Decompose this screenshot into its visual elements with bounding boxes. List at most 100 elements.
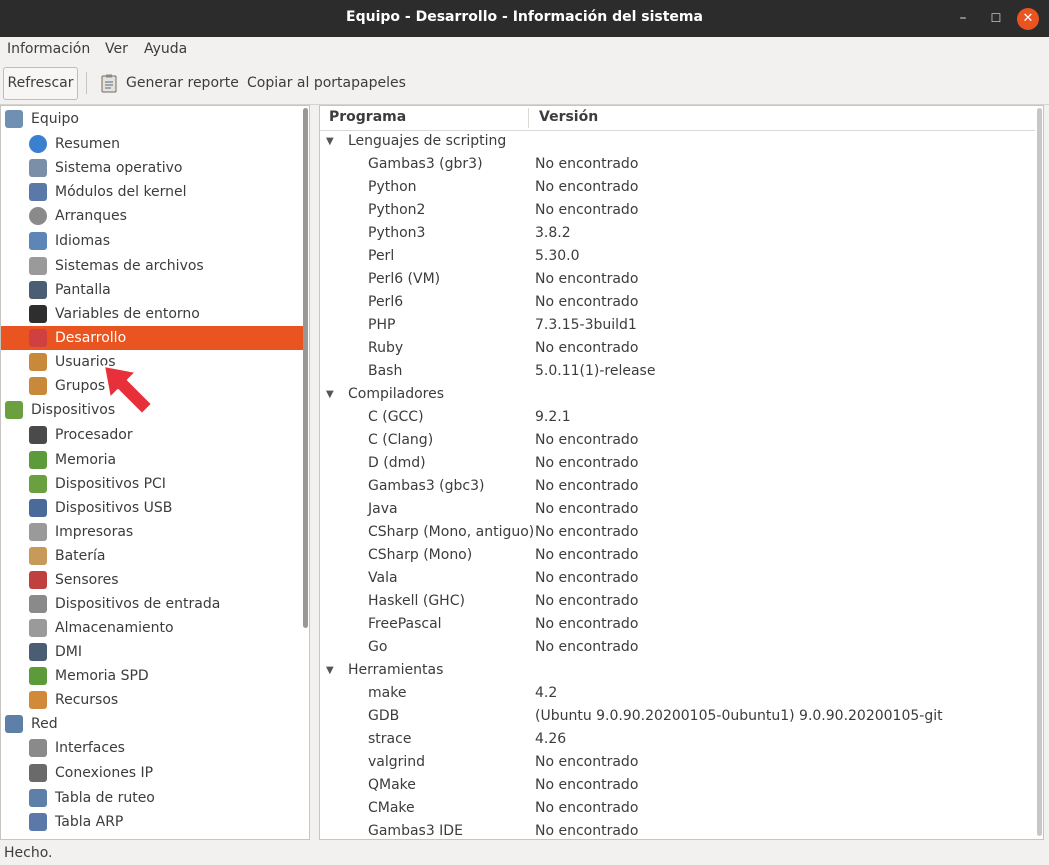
sidebar-item-almacenamiento[interactable]: Almacenamiento [1,616,303,640]
battery-icon [29,547,47,565]
table-row[interactable]: Python No encontrado [320,176,1035,199]
sidebar-item-batería[interactable]: Batería [1,544,303,568]
table-row[interactable]: PHP 7.3.15-3build1 [320,314,1035,337]
sidebar-item-interfaces[interactable]: Interfaces [1,736,303,760]
sidebar-item-impresoras[interactable]: Impresoras [1,520,303,544]
close-icon[interactable]: ✕ [1017,8,1039,30]
maximize-icon[interactable]: ☐ [985,8,1007,30]
copy-clipboard-button[interactable]: Copiar al portapapeles [247,75,406,91]
expander-icon[interactable]: ▼ [326,383,334,406]
table-category-row[interactable]: ▼ Compiladores [320,383,1035,406]
expander-icon[interactable]: ▼ [326,130,334,153]
version-cell: No encontrado [535,455,639,471]
program-cell: Bash [368,363,403,379]
sidebar-item-dmi[interactable]: DMI [1,640,303,664]
sidebar-item-arranques[interactable]: Arranques [1,204,303,228]
table-row[interactable]: Haskell (GHC) No encontrado [320,590,1035,613]
generate-report-button[interactable]: Generar reporte [126,75,239,91]
sidebar-item-sistemas-de-archivos[interactable]: Sistemas de archivos [1,254,303,278]
details-table[interactable]: Programa Versión ▼ Lenguajes de scripting… [319,105,1044,840]
table-row[interactable]: make 4.2 [320,682,1035,705]
menu-informacion[interactable]: Información [7,41,90,57]
sidebar-item-conexiones-ip[interactable]: Conexiones IP [1,761,303,785]
users-icon [29,353,47,371]
expander-icon[interactable]: ▼ [326,659,334,682]
sidebar-item-memoria-spd[interactable]: Memoria SPD [1,664,303,688]
sidebar-item-label: Dispositivos PCI [55,476,166,492]
table-scrollbar[interactable] [1037,108,1042,836]
program-cell: valgrind [368,754,426,770]
program-cell: Python3 [368,225,426,241]
sidebar-item-sensores[interactable]: Sensores [1,568,303,592]
sidebar-item-label: Sistemas de archivos [55,258,204,274]
version-cell: No encontrado [535,823,639,839]
sidebar-item-variables-de-entorno[interactable]: Variables de entorno [1,302,303,326]
sidebar-item-dispositivos-usb[interactable]: Dispositivos USB [1,496,303,520]
table-row[interactable]: Perl6 No encontrado [320,291,1035,314]
column-header-version[interactable]: Versión [539,109,598,125]
table-row[interactable]: CMake No encontrado [320,797,1035,820]
table-row[interactable]: QMake No encontrado [320,774,1035,797]
table-row[interactable]: Python3 3.8.2 [320,222,1035,245]
computer-icon [5,110,23,128]
column-header-programa[interactable]: Programa [329,109,406,125]
table-row[interactable]: Gambas3 (gbc3) No encontrado [320,475,1035,498]
sidebar-item-idiomas[interactable]: Idiomas [1,229,303,253]
sidebar-tree[interactable]: Equipo Resumen Sistema operativo Módulos de… [0,105,310,840]
sidebar-scrollbar[interactable] [303,108,308,628]
sidebar-item-resumen[interactable]: Resumen [1,132,303,156]
table-row[interactable]: Python2 No encontrado [320,199,1035,222]
table-row[interactable]: Gambas3 (gbr3) No encontrado [320,153,1035,176]
sidebar-item-tabla-arp[interactable]: Tabla ARP [1,810,303,834]
arp-icon [29,813,47,831]
table-category-row[interactable]: ▼ Herramientas [320,659,1035,682]
table-row[interactable]: Gambas3 IDE No encontrado [320,820,1035,839]
sidebar-item-label: Dispositivos de entrada [55,596,221,612]
table-row[interactable]: C (GCC) 9.2.1 [320,406,1035,429]
sidebar-item-label: Memoria [55,452,117,468]
sidebar-item-procesador[interactable]: Procesador [1,423,303,447]
sidebar-item-equipo[interactable]: Equipo [1,107,303,131]
table-row[interactable]: Perl6 (VM) No encontrado [320,268,1035,291]
drive-icon [29,257,47,275]
table-row[interactable]: D (dmd) No encontrado [320,452,1035,475]
sidebar-item-sistema-operativo[interactable]: Sistema operativo [1,156,303,180]
table-row[interactable]: strace 4.26 [320,728,1035,751]
version-cell: No encontrado [535,639,639,655]
table-row[interactable]: CSharp (Mono) No encontrado [320,544,1035,567]
network-icon [5,715,23,733]
sidebar-item-dispositivos-pci[interactable]: Dispositivos PCI [1,472,303,496]
table-category-row[interactable]: ▼ Lenguajes de scripting [320,130,1035,153]
clipboard-icon[interactable] [101,74,117,93]
sidebar-item-tabla-de-ruteo[interactable]: Tabla de ruteo [1,786,303,810]
sidebar-item-módulos-del-kernel[interactable]: Módulos del kernel [1,180,303,204]
sidebar-item-red[interactable]: Red [1,712,303,736]
menu-ayuda[interactable]: Ayuda [144,41,187,57]
table-row[interactable]: Vala No encontrado [320,567,1035,590]
refresh-button[interactable]: Refrescar [3,67,78,100]
table-row[interactable]: valgrind No encontrado [320,751,1035,774]
program-cell: CMake [368,800,415,816]
sidebar-item-label: Dispositivos USB [55,500,173,516]
table-row[interactable]: CSharp (Mono, antiguo) No encontrado [320,521,1035,544]
minimize-icon[interactable]: – [952,8,974,30]
sidebar-item-label: Tabla de ruteo [55,790,155,806]
sidebar-item-recursos[interactable]: Recursos [1,688,303,712]
table-row[interactable]: Java No encontrado [320,498,1035,521]
sidebar-item-dispositivos-de-entrada[interactable]: Dispositivos de entrada [1,592,303,616]
sidebar-item-desarrollo[interactable]: Desarrollo [1,326,303,350]
table-row[interactable]: C (Clang) No encontrado [320,429,1035,452]
sidebar-item-memoria[interactable]: Memoria [1,448,303,472]
gear-icon [29,159,47,177]
menu-ver[interactable]: Ver [105,41,128,57]
sidebar-item-pantalla[interactable]: Pantalla [1,278,303,302]
table-row[interactable]: FreePascal No encontrado [320,613,1035,636]
table-row[interactable]: Bash 5.0.11(1)-release [320,360,1035,383]
sidebar-item-label: Desarrollo [55,330,127,346]
table-row[interactable]: Perl 5.30.0 [320,245,1035,268]
program-cell: Gambas3 (gbc3) [368,478,485,494]
table-row[interactable]: Ruby No encontrado [320,337,1035,360]
version-cell: 5.30.0 [535,248,580,264]
table-row[interactable]: GDB (Ubuntu 9.0.90.20200105-0ubuntu1) 9.0… [320,705,1035,728]
table-row[interactable]: Go No encontrado [320,636,1035,659]
